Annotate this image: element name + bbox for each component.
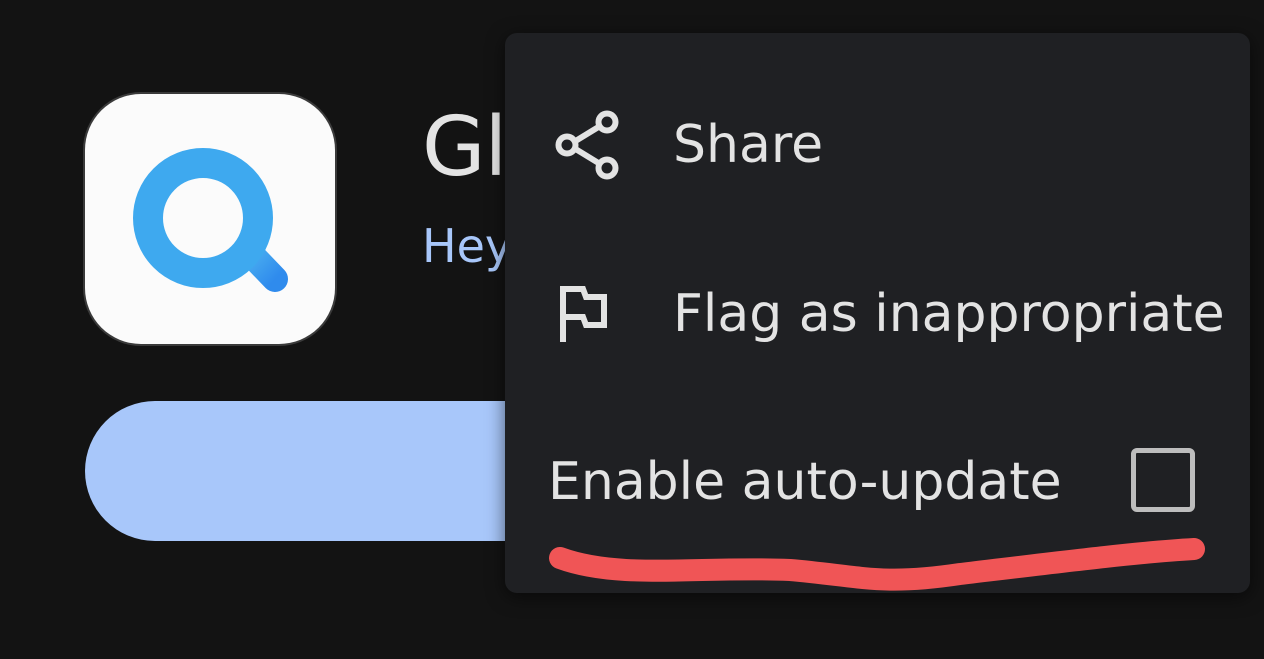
menu-item-auto-update-label: Enable auto-update [548,452,1062,512]
menu-item-flag[interactable]: Flag as inappropriate [505,271,1250,421]
menu-item-share[interactable]: Share [505,103,1250,253]
overflow-menu: Share Flag as inappropriate Enable auto-… [505,33,1250,593]
menu-item-flag-label: Flag as inappropriate [673,284,1225,344]
menu-item-auto-update[interactable]: Enable auto-update [505,448,1250,581]
auto-update-checkbox[interactable] [1131,448,1195,512]
app-title: Gl [422,100,507,195]
magnifier-logo-icon [133,148,288,292]
developer-link[interactable]: Hey [422,218,512,274]
menu-item-share-label: Share [673,115,824,175]
flag-icon [560,286,607,342]
app-icon [85,94,335,344]
share-icon [555,110,619,180]
